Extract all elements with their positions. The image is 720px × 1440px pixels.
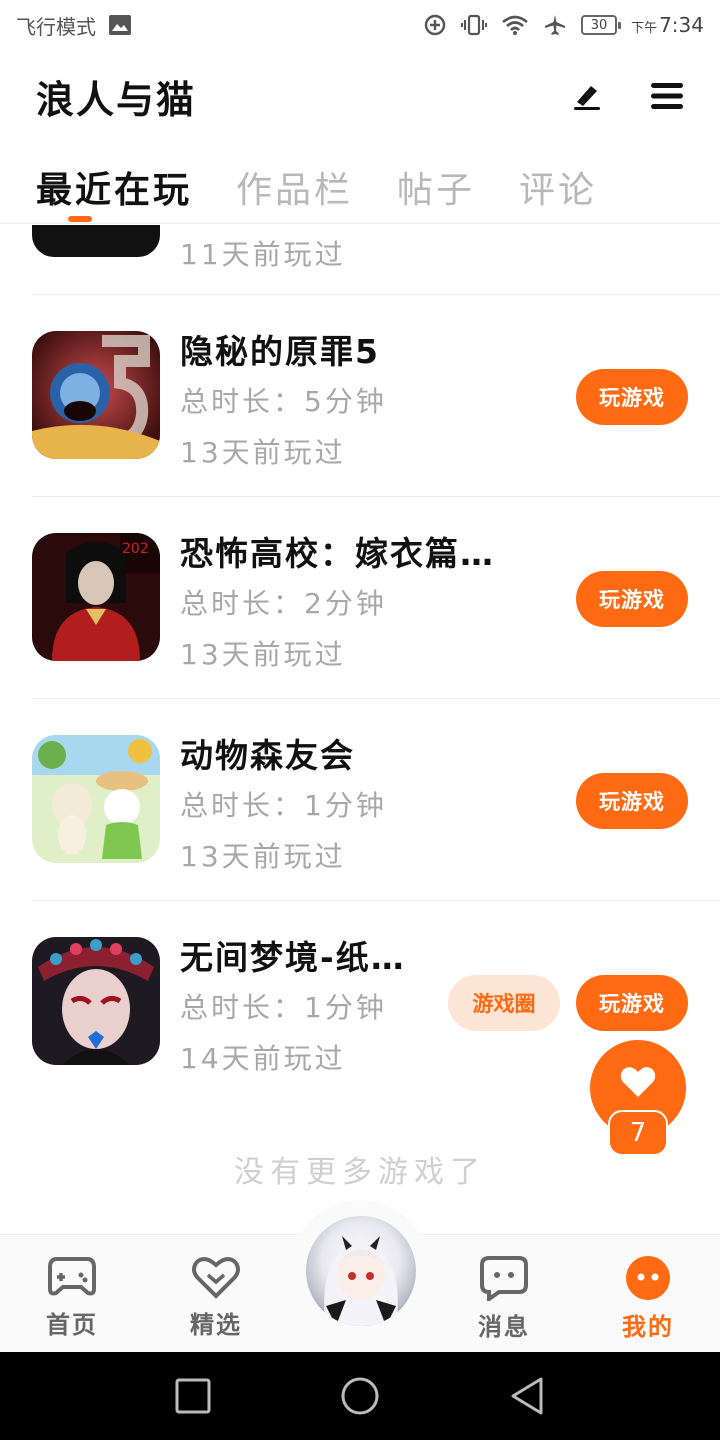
recents-button[interactable] <box>168 1371 218 1421</box>
clock-time: 7:34 <box>659 13 704 37</box>
header: 浪人与猫 <box>0 60 720 132</box>
game-title: 动物森友会 <box>180 736 355 775</box>
nav-label: 消息 <box>478 1313 530 1341</box>
nav-label: 精选 <box>190 1311 242 1339</box>
game-row[interactable]: 202 恐怖高校：嫁衣篇… 总时长：2分钟 13天前玩过 玩游戏 <box>32 497 720 699</box>
vibrate-icon <box>461 13 488 37</box>
game-thumbnail <box>32 937 160 1065</box>
play-game-button[interactable]: 玩游戏 <box>576 975 688 1031</box>
pen-icon <box>574 86 600 110</box>
play-game-button[interactable]: 玩游戏 <box>576 571 688 627</box>
play-duration: 总时长：1分钟 <box>180 789 387 822</box>
square-icon <box>175 1378 211 1414</box>
play-game-button[interactable]: 玩游戏 <box>576 773 688 829</box>
tab-recent[interactable]: 最近在玩 <box>36 150 192 224</box>
back-triangle-icon <box>511 1377 543 1415</box>
play-duration: 总时长：5分钟 <box>180 385 387 418</box>
page-title: 浪人与猫 <box>36 77 197 122</box>
system-nav-bar <box>0 1352 720 1440</box>
game-thumbnail <box>32 735 160 863</box>
data-saver-icon <box>423 13 447 37</box>
play-duration: 总时长：2分钟 <box>180 587 387 620</box>
airplane-mode-text: 飞行模式 <box>16 14 96 39</box>
game-title: 隐秘的原罪5 <box>180 332 380 371</box>
active-tab-indicator <box>68 216 92 222</box>
gamepad-icon <box>48 1257 96 1296</box>
edit-button[interactable] <box>570 79 604 113</box>
hamburger-icon <box>651 83 683 109</box>
header-actions <box>570 79 684 113</box>
game-row[interactable]: 动物森友会 总时长：1分钟 13天前玩过 玩游戏 <box>32 699 720 901</box>
clock-prefix: 下午 <box>631 21 658 36</box>
menu-button[interactable] <box>650 79 684 113</box>
game-row-partial[interactable]: 11天前玩过 <box>32 225 720 295</box>
heart-icon <box>620 1067 656 1097</box>
screen: 飞行模式 30 下午 7:34 浪人与猫 最近在玩 作品栏 帖子 评论 11天前… <box>0 0 720 1440</box>
back-button[interactable] <box>502 1371 552 1421</box>
game-thumbnail: 202 <box>32 533 160 661</box>
game-title: 无间梦境-纸… <box>180 938 406 977</box>
wifi-icon <box>501 14 529 36</box>
nav-home[interactable]: 首页 <box>0 1235 144 1353</box>
play-duration: 总时长：1分钟 <box>180 991 387 1024</box>
avatar[interactable] <box>306 1216 416 1326</box>
tab-posts[interactable]: 帖子 <box>397 150 475 224</box>
play-game-button[interactable]: 玩游戏 <box>576 369 688 425</box>
tab-bar: 最近在玩 作品栏 帖子 评论 <box>0 150 720 224</box>
last-played: 13天前玩过 <box>180 840 346 873</box>
nav-messages[interactable]: 消息 <box>432 1235 576 1353</box>
image-icon <box>108 14 132 36</box>
battery-indicator: 30 <box>581 15 622 35</box>
last-played: 13天前玩过 <box>180 436 346 469</box>
thumb-label: 202 <box>122 541 149 557</box>
airplane-icon <box>543 13 567 37</box>
home-button[interactable] <box>335 1371 385 1421</box>
tab-comments[interactable]: 评论 <box>519 150 597 224</box>
clock: 下午 7:34 <box>631 13 704 37</box>
chat-icon <box>480 1256 528 1301</box>
status-bar: 飞行模式 30 下午 7:34 <box>0 0 720 50</box>
nav-featured[interactable]: 精选 <box>144 1235 288 1353</box>
game-row[interactable]: 隐秘的原罪5 总时长：5分钟 13天前玩过 玩游戏 <box>32 295 720 497</box>
end-of-list-text: 没有更多游戏了 <box>234 1155 486 1190</box>
battery-level: 30 <box>590 17 608 33</box>
game-thumbnail <box>32 225 160 257</box>
nav-label: 我的 <box>622 1313 674 1341</box>
last-played: 11天前玩过 <box>180 238 346 271</box>
status-right: 30 下午 7:34 <box>423 13 704 37</box>
last-played: 13天前玩过 <box>180 638 346 671</box>
status-left: 飞行模式 <box>16 11 132 40</box>
heart-badge-icon <box>192 1257 240 1299</box>
last-played: 14天前玩过 <box>180 1042 346 1075</box>
game-thumbnail <box>32 331 160 459</box>
circle-icon <box>341 1377 379 1415</box>
tab-works[interactable]: 作品栏 <box>236 150 353 224</box>
nav-profile[interactable]: 我的 <box>576 1235 720 1353</box>
nav-label: 首页 <box>46 1311 98 1339</box>
game-circle-button[interactable]: 游戏圈 <box>448 975 560 1031</box>
game-title: 恐怖高校：嫁衣篇… <box>180 534 495 573</box>
like-count: 7 <box>608 1110 668 1156</box>
face-icon <box>626 1256 670 1300</box>
